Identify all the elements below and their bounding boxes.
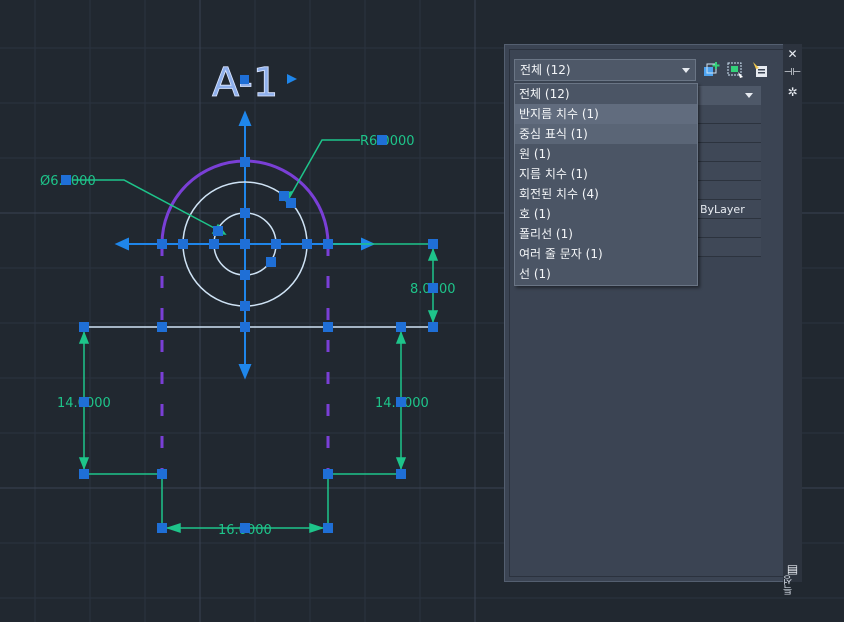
palette-title-strip: ✕ ⊣⊢ ✲ 특성 ▤ bbox=[783, 44, 802, 595]
dropdown-item-mtext[interactable]: 여러 줄 문자 (1) bbox=[515, 244, 697, 264]
property-grid-header[interactable] bbox=[688, 86, 761, 105]
dropdown-item-arc[interactable]: 호 (1) bbox=[515, 204, 697, 224]
dim-radius-text[interactable]: R6.0000 bbox=[360, 134, 415, 149]
dropdown-item-center-mark[interactable]: 중심 표식 (1) bbox=[515, 124, 697, 144]
dropdown-item-diameter-dimension[interactable]: 지름 치수 (1) bbox=[515, 164, 697, 184]
property-row[interactable] bbox=[688, 124, 761, 143]
selection-filter-value: 전체 (12) bbox=[520, 63, 571, 77]
property-row[interactable] bbox=[688, 162, 761, 181]
title-arrow-grip[interactable] bbox=[287, 74, 297, 84]
selection-filter-dropdown: 전체 (12) 반지름 치수 (1) 중심 표식 (1) 원 (1) 지름 치수… bbox=[514, 83, 698, 286]
dropdown-item-radius-dimension[interactable]: 반지름 치수 (1) bbox=[515, 104, 697, 124]
toggle-pickadd-icon[interactable] bbox=[751, 61, 769, 79]
property-row[interactable] bbox=[688, 143, 761, 162]
property-row[interactable] bbox=[688, 105, 761, 124]
palette-settings-icon[interactable]: ✲ bbox=[783, 85, 802, 99]
dropdown-item-all[interactable]: 전체 (12) bbox=[515, 84, 697, 104]
dropdown-item-line[interactable]: 선 (1) bbox=[515, 264, 697, 284]
dropdown-item-rotated-dimension[interactable]: 회전된 치수 (4) bbox=[515, 184, 697, 204]
chevron-down-icon bbox=[682, 68, 690, 73]
property-grid: ByLayer bbox=[688, 86, 761, 257]
property-row[interactable] bbox=[688, 181, 761, 200]
property-row-linetype[interactable]: ByLayer bbox=[688, 200, 761, 219]
auto-hide-icon[interactable]: ⊣⊢ bbox=[783, 66, 802, 80]
property-row[interactable] bbox=[688, 238, 761, 257]
dropdown-item-polyline[interactable]: 폴리선 (1) bbox=[515, 224, 697, 244]
add-selection-icon[interactable] bbox=[703, 61, 721, 79]
close-icon[interactable]: ✕ bbox=[783, 47, 802, 61]
quick-select-icon[interactable] bbox=[726, 61, 744, 79]
title-grip[interactable] bbox=[240, 75, 249, 84]
property-row[interactable] bbox=[688, 219, 761, 238]
calculator-icon[interactable]: ▤ bbox=[783, 562, 802, 576]
dropdown-item-circle[interactable]: 원 (1) bbox=[515, 144, 697, 164]
selection-filter-select[interactable]: 전체 (12) bbox=[514, 59, 696, 81]
chevron-down-icon bbox=[745, 93, 753, 98]
